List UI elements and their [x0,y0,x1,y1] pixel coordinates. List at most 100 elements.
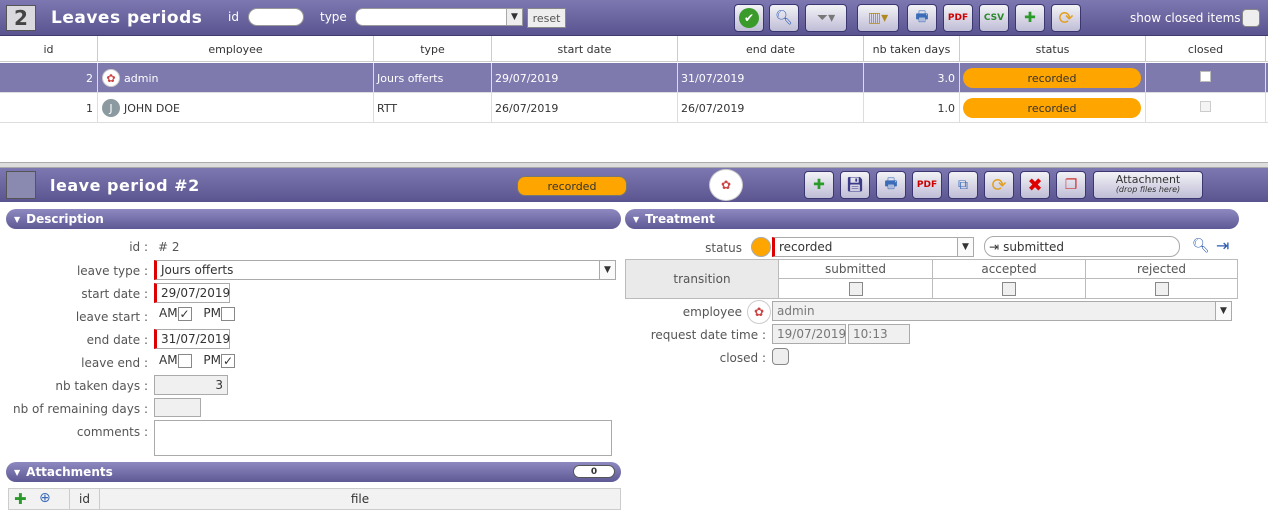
attachment-button[interactable]: Attachment (drop files here) [1093,171,1203,199]
copy-button[interactable]: ⧉ [948,171,978,199]
collapse-icon: ▼ [14,214,21,224]
leave-start-pm-checkbox[interactable] [220,306,235,321]
row-closed [1146,63,1266,93]
attachments-section-header[interactable]: ▼ Attachments 0 [6,462,621,482]
comments-label: comments : [76,425,148,439]
row-closed [1146,93,1266,123]
transition-rejected-checkbox[interactable] [1154,281,1169,296]
add-icon[interactable]: ✚ [14,490,27,508]
refresh-button[interactable]: ⟳ [1051,4,1081,32]
filter-type-select[interactable]: ▼ [355,8,523,26]
col-start-date[interactable]: start date [492,36,678,62]
attachment-sub: (drop files here) [1115,185,1181,194]
delete-button[interactable]: ✖ [1020,171,1050,199]
search-ok-button[interactable]: ✔ [734,4,764,32]
row-status: recorded [960,93,1146,123]
filter-id-input[interactable] [248,8,304,26]
employee-label: employee [682,305,742,319]
transition-label: transition [626,260,779,298]
leave-end-am-checkbox[interactable] [177,353,192,368]
col-id[interactable]: id [0,36,98,62]
new-item-button[interactable]: ✚ [1015,4,1045,32]
request-date-label: request date time : [650,328,766,342]
closed-checkbox[interactable] [772,348,789,365]
pdf-button[interactable]: PDF [912,171,942,199]
closed-checkbox[interactable] [1200,100,1211,112]
transition-submitted-checkbox[interactable] [848,281,863,296]
status-color-icon [751,237,771,257]
transition-rejected-cell [1086,279,1237,298]
leave-type-value: Jours offerts [161,263,234,277]
multiple-update-button[interactable]: ❐ [1056,171,1086,199]
new-button[interactable]: ✚ [804,171,834,199]
row-type: RTT [374,93,492,123]
description-section-header[interactable]: ▼ Description [6,209,621,229]
transition-accepted-checkbox[interactable] [1002,281,1016,296]
columns-button[interactable]: ▥▾ [857,4,899,32]
link-icon[interactable]: ⊕ [39,490,51,506]
col-closed[interactable]: closed [1146,36,1266,62]
end-date-input[interactable]: 31/07/2019 [154,329,230,349]
refresh-button[interactable]: ⟳ [984,171,1014,199]
csv-button[interactable]: CSV [979,4,1009,32]
leave-period-icon [6,171,36,199]
leave-type-select[interactable]: Jours offerts ▼ [154,260,616,280]
leave-end-pm-checkbox[interactable]: ✓ [220,353,235,368]
next-status-button[interactable]: ⇥ submitted [984,236,1180,257]
save-button[interactable]: 💾︎ [840,171,870,199]
transition-col-accepted: accepted [933,260,1086,279]
treatment-section-header[interactable]: ▼ Treatment [625,209,1239,229]
add-document-icon: ✚ [1024,10,1036,26]
employee-name: JOHN DOE [124,101,180,115]
start-date-input[interactable]: 29/07/2019 [154,283,230,303]
status-value: recorded [779,240,833,254]
request-time-input: 10:13 [848,324,910,344]
chevron-down-icon: ▼ [957,238,973,256]
save-icon: 💾︎ [846,177,864,193]
filter-button[interactable]: ⏷▾ [805,4,847,32]
top-toolbar: 2 Leaves periods id type ▼ reset ✔ 🔍︎ ⏷▾… [0,0,1268,36]
windows-icon: ❐ [1064,177,1078,193]
nb-taken-days-label: nb taken days : [55,379,148,393]
table-row[interactable]: 2 ✿ admin Jours offerts 29/07/2019 31/07… [0,63,1268,93]
reset-button[interactable]: reset [527,8,566,28]
printer-icon: 🖶 [915,9,929,25]
treatment-title: Treatment [645,212,715,226]
grid-header: id employee type start date end date nb … [0,36,1268,62]
col-type[interactable]: type [374,36,492,62]
pdf-button[interactable]: PDF [943,4,973,32]
copy-icon: ⧉ [958,177,968,193]
col-end-date[interactable]: end date [678,36,864,62]
attach-col-file: file [350,492,370,506]
row-nb-days: 3.0 [864,63,960,93]
goto-icon[interactable]: ⇥ [1216,236,1229,255]
row-start-date: 26/07/2019 [492,93,678,123]
attachments-table-header: ✚ ⊕ id file [8,488,621,510]
status-label: status [705,241,742,255]
print-button[interactable]: 🖶 [876,171,906,199]
row-employee: J JOHN DOE [98,93,374,123]
chevron-down-icon: ▼ [599,261,615,279]
table-row[interactable]: 1 J JOHN DOE RTT 26/07/2019 26/07/2019 1… [0,93,1268,123]
col-employee[interactable]: employee [98,36,374,62]
user-avatar-icon: ✿ [709,169,743,201]
show-closed-checkbox[interactable] [1242,9,1260,27]
pm-label: PM [203,306,221,320]
status-badge: recorded [963,68,1141,88]
filter-id-label: id [228,10,239,24]
transition-submitted-cell [779,279,933,298]
leave-start-am-checkbox[interactable]: ✓ [177,306,192,321]
advanced-search-button[interactable]: 🔍︎ [769,4,799,32]
status-select[interactable]: recorded ▼ [772,237,974,257]
add-document-icon: ✚ [813,177,825,193]
print-button[interactable]: 🖶 [907,4,937,32]
employee-select[interactable]: admin ▼ [772,301,1232,321]
row-employee: ✿ admin [98,63,374,93]
comments-textarea[interactable] [154,420,612,456]
collapse-icon: ▼ [14,467,21,477]
search-icon[interactable]: 🔍︎ [1192,238,1210,254]
closed-checkbox[interactable] [1200,70,1211,82]
col-nb-taken-days[interactable]: nb taken days [864,36,960,62]
avatar: J [102,99,120,117]
col-status[interactable]: status [960,36,1146,62]
